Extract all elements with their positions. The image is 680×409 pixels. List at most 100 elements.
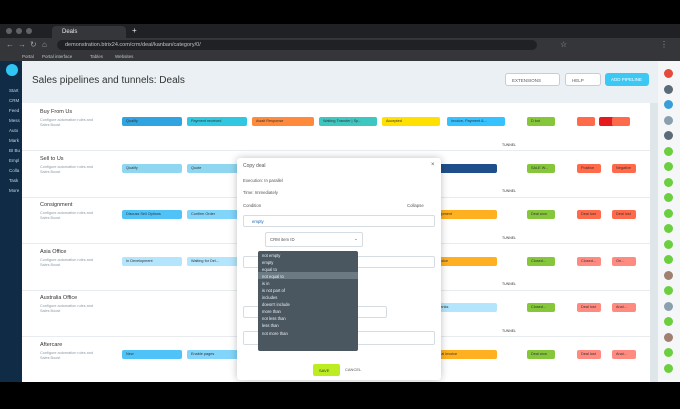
right-sidebar-icon[interactable] [664, 317, 673, 326]
dropdown-option[interactable]: equal to [258, 265, 358, 272]
sidebar-item[interactable]: Start [9, 88, 22, 93]
window-dot[interactable] [16, 28, 22, 34]
bookmark[interactable]: Portal interface [42, 54, 72, 59]
star-icon[interactable]: ☆ [560, 40, 567, 49]
bookmark[interactable]: Portal [22, 54, 34, 59]
menu-icon[interactable] [6, 64, 18, 76]
condition-row[interactable]: empty [243, 215, 435, 227]
stage-chip[interactable]: Negative [612, 163, 636, 173]
stage-chip[interactable]: Deal lost [612, 210, 636, 219]
pipeline-name[interactable]: Sell to Us [40, 156, 64, 162]
right-sidebar-icon[interactable] [664, 224, 673, 233]
dropdown-option[interactable]: doesn't include [258, 301, 358, 308]
collapse-link[interactable]: Collapse [407, 203, 424, 208]
stage-chip[interactable]: Qualify [122, 117, 182, 126]
pipeline-settings-link[interactable]: Configure automation rules and Sales Boo… [40, 258, 100, 268]
right-sidebar-icon[interactable] [664, 69, 673, 78]
home-icon[interactable]: ⌂ [42, 40, 47, 49]
save-button[interactable]: SAVE [313, 364, 340, 376]
pipeline-name[interactable]: Australia Office [40, 295, 77, 301]
stage-chip[interactable]: Invoice [432, 256, 497, 266]
right-sidebar-icon[interactable] [664, 239, 673, 249]
stage-chip[interactable]: New [122, 349, 182, 359]
right-sidebar-icon[interactable] [664, 100, 673, 109]
help-button[interactable]: HELP [565, 73, 601, 86]
stage-chip[interactable]: Positive [577, 163, 601, 173]
stage-chip[interactable]: D bot [527, 117, 555, 126]
window-dot[interactable] [26, 28, 32, 34]
time-text[interactable]: Time: Immediately [243, 190, 278, 195]
right-sidebar-icon[interactable] [664, 162, 673, 171]
right-sidebar-icon[interactable] [664, 115, 673, 125]
sidebar-item[interactable]: CRM [9, 98, 22, 103]
stage-chip[interactable]: Deal won [527, 210, 555, 219]
stage-chip[interactable]: Closed... [577, 256, 601, 266]
new-tab-icon[interactable]: + [132, 26, 137, 35]
pipeline-name[interactable]: Aftercare [40, 342, 62, 348]
forward-icon[interactable]: → [18, 40, 26, 49]
sidebar-item[interactable]: Feed [9, 108, 22, 113]
sidebar-item[interactable]: Empl [9, 158, 22, 163]
right-sidebar-icon[interactable] [664, 363, 673, 373]
right-sidebar-icon[interactable] [664, 255, 673, 264]
pipeline-settings-link[interactable]: Configure automation rules and Sales Boo… [40, 165, 100, 175]
stage-chip[interactable]: SALE W... [527, 163, 555, 173]
right-sidebar-icon[interactable] [664, 270, 673, 280]
field-select[interactable]: CRM item ID ⌄ [265, 232, 363, 247]
sidebar-item[interactable]: Mess [9, 118, 22, 123]
sidebar-item[interactable]: Mark [9, 138, 22, 143]
right-sidebar-icon[interactable] [664, 193, 673, 202]
cancel-button[interactable]: CANCEL [345, 367, 361, 372]
pipeline-name[interactable]: Asia Office [40, 249, 67, 255]
right-sidebar-icon[interactable] [664, 146, 673, 156]
dropdown-option[interactable]: empty [258, 258, 358, 265]
dropdown-option[interactable]: is not part of [258, 286, 358, 293]
stage-chip[interactable]: Deal lost [577, 210, 601, 219]
close-icon[interactable]: × [431, 162, 435, 168]
stage-chip[interactable]: Shipment [432, 210, 497, 219]
right-sidebar-icon[interactable] [664, 286, 673, 295]
back-icon[interactable]: ← [6, 40, 14, 49]
stage-chip[interactable]: Thanks [432, 303, 497, 312]
dropdown-option[interactable]: not empty [258, 251, 358, 258]
stage-chip[interactable]: Accepted [382, 117, 440, 126]
bookmark[interactable]: Websites [115, 54, 133, 59]
stage-chip[interactable]: Closed... [527, 256, 555, 266]
stage-chip[interactable]: Await Response [252, 117, 314, 126]
sidebar-item[interactable]: Auto [9, 128, 22, 133]
pipeline-settings-link[interactable]: Configure automation rules and Sales Boo… [40, 304, 100, 314]
stage-chip[interactable]: Deal won [527, 349, 555, 359]
stage-chip[interactable]: Deal lost [577, 303, 601, 312]
extensions-button[interactable]: EXTENSIONS [505, 73, 560, 86]
sidebar-item[interactable]: Colla [9, 168, 22, 173]
stage-chip[interactable]: Invoice, Payment &... [447, 117, 505, 126]
stage-chip[interactable]: Anal... [612, 303, 636, 312]
sidebar-item[interactable]: Task [9, 178, 22, 183]
pipeline-name[interactable]: Consignment [40, 202, 72, 208]
pipeline-name[interactable]: Buy From Us [40, 109, 72, 115]
stage-chip[interactable]: In Development [122, 256, 182, 266]
dropdown-option[interactable]: more than [258, 308, 358, 315]
stage-chip[interactable]: On... [612, 256, 636, 266]
stage-chip[interactable]: Discuss Sell Options [122, 210, 182, 219]
dropdown-option[interactable]: less than [258, 322, 358, 329]
add-pipeline-button[interactable]: ADD PIPELINE [605, 73, 649, 86]
right-sidebar-icon[interactable] [664, 131, 673, 140]
dropdown-option[interactable]: not more than [258, 329, 358, 336]
right-sidebar-icon[interactable] [664, 208, 673, 218]
right-sidebar-icon[interactable] [664, 177, 673, 187]
sidebar-item[interactable]: More [9, 188, 22, 193]
stage-chip[interactable]: Waiting Transfer | Sp... [319, 117, 377, 126]
dropdown-option[interactable]: not less than [258, 315, 358, 322]
execution-text[interactable]: Execution: In parallel [243, 178, 283, 183]
browser-tab[interactable]: Deals [52, 26, 126, 38]
url-field[interactable]: demonstration.btrix24.com/crm/deal/kanba… [57, 40, 537, 50]
right-sidebar-icon[interactable] [664, 84, 673, 94]
stage-chip[interactable] [612, 117, 630, 126]
sidebar-item[interactable]: BI Bu [9, 148, 22, 153]
stage-chip[interactable]: Deal lost [577, 349, 601, 359]
dropdown-option[interactable]: not equal to [258, 272, 358, 280]
right-sidebar-icon[interactable] [664, 332, 673, 342]
right-sidebar-icon[interactable] [664, 301, 673, 311]
menu-icon[interactable]: ⋮ [660, 40, 668, 49]
